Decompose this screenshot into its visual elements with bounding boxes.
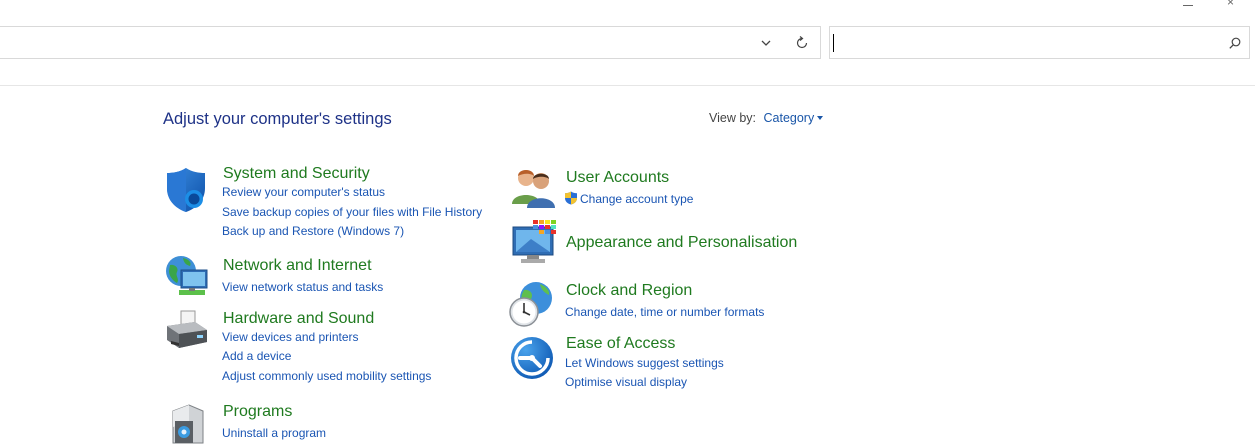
- ease-of-access-icon[interactable]: [510, 334, 558, 382]
- search-box[interactable]: [829, 26, 1250, 59]
- link-uninstall-program[interactable]: Uninstall a program: [222, 425, 326, 442]
- chevron-down-icon[interactable]: [759, 36, 773, 50]
- shield-icon[interactable]: [164, 166, 212, 214]
- view-by-value: Category: [763, 111, 815, 125]
- link-file-history[interactable]: Save backup copies of your files with Fi…: [222, 204, 482, 221]
- category-title-network-and-internet[interactable]: Network and Internet: [223, 256, 372, 275]
- link-add-device[interactable]: Add a device: [222, 348, 291, 365]
- link-backup-restore[interactable]: Back up and Restore (Windows 7): [222, 223, 404, 240]
- link-mobility-settings[interactable]: Adjust commonly used mobility settings: [222, 368, 431, 385]
- link-devices-printers[interactable]: View devices and printers: [222, 329, 359, 346]
- search-icon[interactable]: [1228, 36, 1242, 50]
- view-by: View by: Category: [709, 111, 824, 125]
- minimize-button[interactable]: [1183, 0, 1193, 6]
- category-title-system-and-security[interactable]: System and Security: [223, 164, 370, 183]
- category-title-appearance-and-personalisation[interactable]: Appearance and Personalisation: [566, 233, 797, 252]
- printer-icon[interactable]: [163, 308, 211, 356]
- link-date-time-formats[interactable]: Change date, time or number formats: [565, 304, 764, 321]
- caret-down-icon: [817, 115, 824, 120]
- view-by-label: View by:: [709, 111, 757, 125]
- link-review-status[interactable]: Review your computer's status: [222, 184, 385, 201]
- uac-shield-icon: [565, 191, 577, 205]
- refresh-icon[interactable]: [794, 35, 810, 51]
- page-title: Adjust your computer's settings: [163, 110, 392, 128]
- users-icon[interactable]: [511, 164, 559, 212]
- text-caret: [833, 34, 834, 52]
- network-globe-icon[interactable]: [163, 252, 211, 300]
- search-input[interactable]: [832, 29, 1212, 56]
- address-bar[interactable]: [0, 26, 821, 59]
- category-title-user-accounts[interactable]: User Accounts: [566, 168, 669, 187]
- category-title-hardware-and-sound[interactable]: Hardware and Sound: [223, 309, 374, 328]
- programs-box-icon[interactable]: [163, 397, 211, 445]
- link-windows-suggest-settings[interactable]: Let Windows suggest settings: [565, 355, 724, 372]
- link-optimise-visual-display[interactable]: Optimise visual display: [565, 374, 687, 391]
- category-title-ease-of-access[interactable]: Ease of Access: [566, 334, 675, 353]
- header-divider: [0, 85, 1255, 86]
- category-title-clock-and-region[interactable]: Clock and Region: [566, 281, 692, 300]
- link-change-account-type[interactable]: Change account type: [564, 191, 693, 208]
- link-change-account-type-label: Change account type: [580, 192, 694, 206]
- view-by-dropdown[interactable]: Category: [764, 111, 824, 125]
- monitor-palette-icon[interactable]: [511, 219, 559, 267]
- clock-globe-icon[interactable]: [508, 280, 556, 328]
- category-title-programs[interactable]: Programs: [223, 402, 292, 421]
- close-button[interactable]: ×: [1227, 0, 1234, 8]
- link-network-status[interactable]: View network status and tasks: [222, 279, 383, 296]
